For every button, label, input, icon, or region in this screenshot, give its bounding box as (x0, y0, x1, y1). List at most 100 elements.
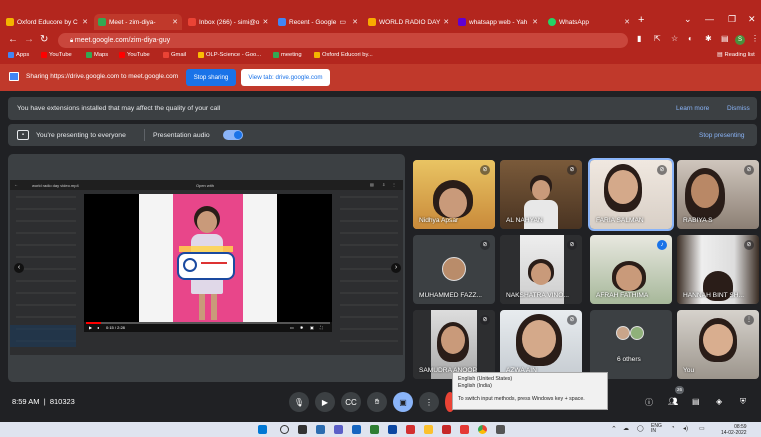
captions-icon[interactable]: ▭ (290, 325, 294, 330)
reading-list[interactable]: ▤ Reading list (717, 52, 755, 58)
participant-tile[interactable]: ⊘ Nidhya Apsar (413, 160, 495, 229)
menu-dots-icon[interactable]: ⋮ (751, 34, 759, 43)
bookmark-gmail[interactable]: Gmail (163, 52, 186, 58)
bookmark-maps[interactable]: Maps (86, 52, 108, 58)
pip-icon[interactable]: ▣ (310, 325, 314, 330)
others-tile[interactable]: 6 others (590, 310, 672, 379)
ime-option-india[interactable]: English (India) (458, 383, 602, 390)
people-icon[interactable]: 👥︎ (668, 397, 678, 406)
powerpoint-icon[interactable] (460, 425, 469, 434)
open-with-button[interactable]: Open with (196, 183, 214, 188)
stop-sharing-button[interactable]: Stop sharing (186, 69, 236, 86)
puzzle-icon[interactable]: ✱ (705, 34, 712, 43)
present-button[interactable]: ▣ (393, 392, 413, 412)
bookmark-oxford[interactable]: Oxford Educori by... (314, 52, 373, 58)
bookmark-youtube[interactable]: YouTube (41, 52, 72, 58)
edge-icon[interactable] (352, 425, 361, 434)
more-options-button[interactable]: ⋮ (419, 392, 439, 412)
speaker-icon[interactable]: ◂) (683, 425, 688, 432)
activities-icon[interactable]: ◈ (716, 397, 722, 406)
battery-icon[interactable]: ▭ (699, 425, 705, 432)
more-options-icon[interactable]: ⋮ (744, 315, 754, 325)
reload-icon[interactable]: ↻ (40, 34, 48, 45)
participant-tile[interactable]: ⊘ NAKSHATRA VINO... (500, 235, 582, 304)
back-arrow-icon[interactable]: ← (8, 34, 18, 45)
play-icon[interactable]: ▶ (89, 325, 92, 330)
participant-tile[interactable]: ⊘ AL NAHYAN (500, 160, 582, 229)
bookmark-olp-science[interactable]: OLP-Science - Goo... (198, 52, 261, 58)
print-icon[interactable]: ▤ (370, 182, 374, 187)
learn-more-link[interactable]: Learn more (676, 105, 709, 112)
participant-tile[interactable]: ⊘ MUHAMMED FAZZ... (413, 235, 495, 304)
next-arrow-icon[interactable]: › (391, 263, 401, 273)
close-icon[interactable]: ✕ (82, 18, 88, 26)
store-icon[interactable] (370, 425, 379, 434)
profile-avatar[interactable]: S (735, 35, 745, 45)
new-tab-button[interactable]: + (638, 14, 644, 26)
view-tab-button[interactable]: View tab: drive.google.com (241, 69, 330, 86)
camera-button[interactable]: ▶︎ (315, 392, 335, 412)
share-icon[interactable]: ⇱ (654, 34, 661, 43)
fullscreen-icon[interactable]: ⛶ (320, 325, 323, 330)
tab-search-icon[interactable]: ⌄ (684, 14, 692, 25)
network-icon[interactable]: ☁ (623, 425, 629, 432)
wifi-icon[interactable]: ◔ (671, 425, 675, 431)
viewer-close-icon[interactable]: ← (14, 182, 18, 187)
participant-tile[interactable]: ⊘ HANNAH BINT SH... (677, 235, 759, 304)
raise-hand-button[interactable]: ✋︎ (367, 392, 387, 412)
onedrive-icon[interactable]: ◯ (637, 425, 644, 432)
self-tile[interactable]: ⋮ You (677, 310, 759, 379)
close-icon[interactable]: ✕ (262, 18, 268, 26)
language-indicator[interactable]: ENG IN (651, 424, 662, 434)
tab-whatsapp-yahoo[interactable]: whatsapp web - Yah ✕ (454, 14, 542, 30)
participant-tile[interactable]: ⊘ SAMUDRA ANOOP (413, 310, 495, 379)
task-view-icon[interactable] (298, 425, 307, 434)
presentation-audio-toggle[interactable] (223, 130, 243, 140)
host-controls-icon[interactable]: ⛨ (740, 397, 746, 407)
close-icon[interactable]: ✕ (352, 18, 358, 26)
participant-tile-selected[interactable]: ⊘ FARIA SALMAN (588, 158, 674, 231)
close-icon[interactable]: ✕ (443, 18, 449, 26)
tab-meet[interactable]: Meet - zim-diya- ✕ (94, 14, 182, 30)
camera-icon[interactable]: ▮ (637, 34, 641, 43)
download-icon[interactable]: ⇩ (382, 182, 385, 187)
ime-option-us[interactable]: English (United States) (458, 376, 602, 383)
windows-start-icon[interactable] (258, 425, 267, 434)
tab-world-radio-day[interactable]: WORLD RADIO DAY ✕ (364, 14, 452, 30)
chrome-icon[interactable] (478, 425, 487, 434)
participant-tile[interactable]: ⊘ RABIYA S (677, 160, 759, 229)
video-progress-bar[interactable] (86, 322, 330, 324)
star-icon[interactable]: ☆ (671, 34, 678, 43)
widgets-icon[interactable] (316, 425, 325, 434)
dismiss-button[interactable]: Dismiss (727, 105, 750, 112)
participant-tile[interactable]: ♪ AFRAH FATHIMA (590, 235, 672, 304)
file-explorer-icon[interactable] (424, 425, 433, 434)
video-player[interactable]: ▶ ◂ 0:15 / 2:28 ▭ ✱ ▣ ⛶ (84, 194, 332, 332)
captions-button[interactable]: CC (341, 392, 361, 412)
search-icon[interactable] (280, 425, 289, 434)
more-icon[interactable]: ⋮ (392, 182, 396, 187)
close-icon[interactable]: ✕ (172, 18, 178, 26)
forward-arrow-icon[interactable]: → (24, 34, 34, 45)
mic-button[interactable]: 🎙︎ (289, 392, 309, 412)
previous-arrow-icon[interactable]: ‹ (14, 263, 24, 273)
info-icon[interactable]: ⓘ (645, 397, 653, 408)
close-icon[interactable]: ✕ (532, 18, 538, 26)
tab-recent-google[interactable]: Recent - Google ▭ ✕ (274, 14, 362, 30)
chat-icon[interactable]: ▤ (692, 397, 700, 406)
tab-inbox[interactable]: Inbox (266) - simi@o ✕ (184, 14, 272, 30)
participant-tile[interactable]: ⊘ AZWA AIN (500, 310, 582, 379)
volume-icon[interactable]: ◂ (97, 325, 99, 330)
bookmark-youtube-2[interactable]: YouTube (119, 52, 150, 58)
word-icon[interactable] (388, 425, 397, 434)
tab-oxford-educore[interactable]: Oxford Educore by C ✕ (2, 14, 92, 30)
close-icon[interactable]: ✕ (624, 18, 630, 26)
teams-icon[interactable] (334, 425, 343, 434)
settings-icon[interactable]: ✱ (300, 325, 303, 330)
zoom-icon[interactable] (406, 425, 415, 434)
maximize-button[interactable]: ❐ (728, 14, 736, 25)
taskbar-clock[interactable]: 08:59 14-02-2022 (721, 424, 747, 436)
minimize-button[interactable]: — (705, 14, 714, 24)
close-window-button[interactable]: ✕ (748, 14, 756, 25)
bookmark-apps[interactable]: Apps (8, 52, 29, 58)
